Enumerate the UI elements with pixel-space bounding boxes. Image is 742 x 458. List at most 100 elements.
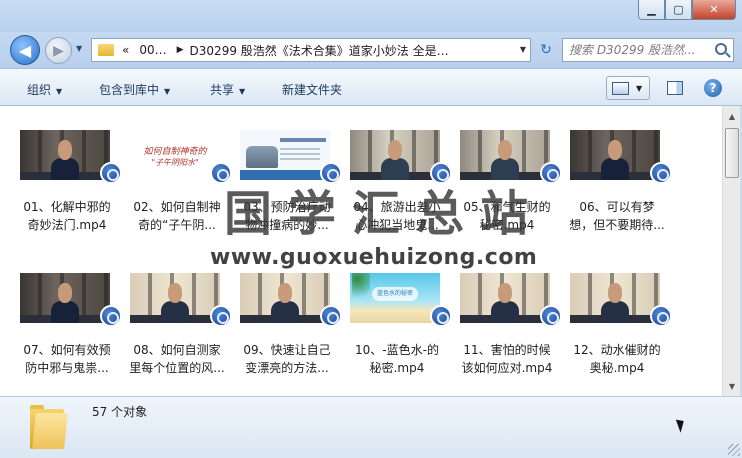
media-player-icon (650, 305, 672, 327)
file-name: 09、快速让自己 变漂亮的方法... (243, 343, 331, 375)
media-player-icon (210, 305, 232, 327)
thumbnail-caption: 如何自制神奇的 (143, 147, 207, 157)
refresh-icon: ↻ (540, 42, 552, 58)
file-item[interactable]: 04、旅游出差小 心冲犯当地鬼... (348, 118, 452, 232)
organize-menu[interactable]: 组织 ▼ (27, 81, 62, 98)
video-thumbnail (460, 273, 550, 323)
forward-arrow-icon: ▶ (53, 42, 64, 59)
help-button[interactable]: ? (704, 79, 722, 97)
file-name: 03、预防治疗动 物冲撞病的妙... (243, 200, 331, 232)
file-item[interactable]: 08、如何自测家 里每个位置的风... (128, 261, 232, 375)
file-name: 10、-蓝色水-的 秘密.mp4 (355, 343, 439, 375)
file-name: 02、如何自制神 奇的“子午阴... (133, 200, 221, 232)
media-player-icon (100, 305, 122, 327)
breadcrumb-separator-icon[interactable]: ▶ (177, 45, 184, 55)
organize-label: 组织 (27, 83, 52, 97)
caption-buttons: ▁ ▢ ✕ (638, 0, 736, 20)
item-count: 57 个对象 (92, 405, 148, 419)
file-item[interactable]: 03、预防治疗动 物冲撞病的妙... (238, 118, 342, 232)
file-item[interactable]: 07、如何有效预 防中邪与鬼祟... (18, 261, 122, 375)
file-item[interactable]: 05、和气生财的 秘密.mp4 (458, 118, 562, 232)
share-label: 共享 (210, 83, 235, 97)
vertical-scrollbar[interactable]: ▲ ▼ (722, 106, 740, 396)
include-in-library-menu[interactable]: 包含到库中 ▼ (99, 81, 170, 98)
forward-button[interactable]: ▶ (45, 37, 72, 64)
file-name: 08、如何自测家 里每个位置的风... (129, 343, 225, 375)
file-item[interactable]: 09、快速让自己 变漂亮的方法... (238, 261, 342, 375)
scroll-up-icon[interactable]: ▲ (724, 108, 740, 124)
media-player-icon (320, 162, 342, 184)
address-dropdown-button[interactable]: ▼ (520, 45, 526, 54)
video-thumbnail (460, 130, 550, 180)
search-icon[interactable] (715, 43, 727, 55)
preview-pane-icon (667, 81, 683, 95)
minimize-button[interactable]: ▁ (638, 0, 665, 20)
thumbnail-caption: 蓝色水的秘密 (372, 287, 418, 301)
file-name: 07、如何有效预 防中邪与鬼祟... (23, 343, 111, 375)
media-player-icon (650, 162, 672, 184)
chevron-down-icon: ▼ (164, 87, 171, 96)
thumbnail-caption: "子午阴阳水" (151, 158, 199, 167)
file-item[interactable]: 01、化解中邪的 奇妙法门.mp4 (18, 118, 122, 232)
address-bar[interactable]: « 00… ▶ D30299 殷浩然《法术合集》道家小妙法 全是… ▼ (91, 38, 531, 62)
file-name: 05、和气生财的 秘密.mp4 (463, 200, 551, 232)
video-thumbnail (130, 273, 220, 323)
file-item[interactable]: 11、害怕的时候 该如何应对.mp4 (458, 261, 562, 375)
media-player-icon (430, 305, 452, 327)
file-item[interactable]: 如何自制神奇的 "子午阴阳水" 02、如何自制神 奇的“子午阴... (128, 118, 232, 232)
folder-icon (30, 405, 68, 449)
search-input[interactable] (569, 43, 709, 57)
video-thumbnail (240, 130, 330, 180)
resize-grip[interactable] (728, 444, 740, 456)
include-label: 包含到库中 (99, 83, 160, 97)
video-thumbnail: 蓝色水的秘密 (350, 273, 440, 323)
scroll-down-icon[interactable]: ▼ (724, 378, 740, 394)
file-name: 12、动水催财的 奥秘.mp4 (573, 343, 661, 375)
close-button[interactable]: ✕ (692, 0, 736, 20)
file-name: 11、害怕的时候 该如何应对.mp4 (461, 343, 553, 375)
back-button[interactable]: ◀ (10, 35, 40, 65)
video-thumbnail (20, 273, 110, 323)
media-player-icon (210, 162, 232, 184)
chevron-down-icon[interactable]: ▼ (636, 84, 642, 93)
details-pane: 57 个对象 (0, 396, 742, 458)
scrollbar-thumb[interactable] (725, 128, 739, 178)
video-thumbnail (350, 130, 440, 180)
file-item[interactable]: 12、动水催财的 奥秘.mp4 (568, 261, 672, 375)
maximize-button[interactable]: ▢ (665, 0, 692, 20)
file-name: 06、可以有梦 想，但不要期待... (569, 200, 665, 232)
file-name: 04、旅游出差小 心冲犯当地鬼... (353, 200, 441, 232)
preview-pane-button[interactable] (660, 76, 690, 100)
file-item[interactable]: 蓝色水的秘密 10、-蓝色水-的 秘密.mp4 (348, 261, 452, 375)
media-player-icon (540, 305, 562, 327)
search-box[interactable] (562, 38, 734, 62)
back-arrow-icon: ◀ (18, 40, 32, 60)
media-player-icon (430, 162, 452, 184)
command-bar: 组织 ▼ 包含到库中 ▼ 共享 ▼ 新建文件夹 ▼ ? (0, 68, 742, 106)
change-view-button[interactable]: ▼ (606, 76, 650, 100)
title-bar: ▁ ▢ ✕ (0, 0, 742, 32)
breadcrumb-overflow[interactable]: « (122, 43, 129, 57)
video-thumbnail (570, 273, 660, 323)
file-view[interactable]: 01、化解中邪的 奇妙法门.mp4 如何自制神奇的 "子午阴阳水" 02、如何自制神 … (0, 106, 722, 396)
media-player-icon (320, 305, 342, 327)
recent-pages-dropdown[interactable]: ▼ (76, 44, 82, 53)
media-player-icon (540, 162, 562, 184)
share-menu[interactable]: 共享 ▼ (210, 81, 245, 98)
breadcrumb-item-parent[interactable]: 00… (139, 43, 166, 57)
breadcrumb-item-current[interactable]: D30299 殷浩然《法术合集》道家小妙法 全是… (190, 42, 449, 59)
chevron-down-icon: ▼ (56, 87, 63, 96)
chevron-down-icon: ▼ (239, 87, 246, 96)
video-thumbnail (20, 130, 110, 180)
media-player-icon (100, 162, 122, 184)
video-thumbnail: 如何自制神奇的 "子午阴阳水" (130, 130, 220, 180)
file-item[interactable]: 06、可以有梦 想，但不要期待... (568, 118, 672, 232)
refresh-button[interactable]: ↻ (534, 38, 558, 62)
folder-icon (98, 44, 114, 56)
view-icon (612, 81, 629, 95)
video-thumbnail (570, 130, 660, 180)
video-thumbnail (240, 273, 330, 323)
file-name: 01、化解中邪的 奇妙法门.mp4 (23, 200, 111, 232)
navigation-bar: ◀ ▶ ▼ « 00… ▶ D30299 殷浩然《法术合集》道家小妙法 全是… … (0, 32, 742, 68)
new-folder-button[interactable]: 新建文件夹 (282, 81, 342, 98)
